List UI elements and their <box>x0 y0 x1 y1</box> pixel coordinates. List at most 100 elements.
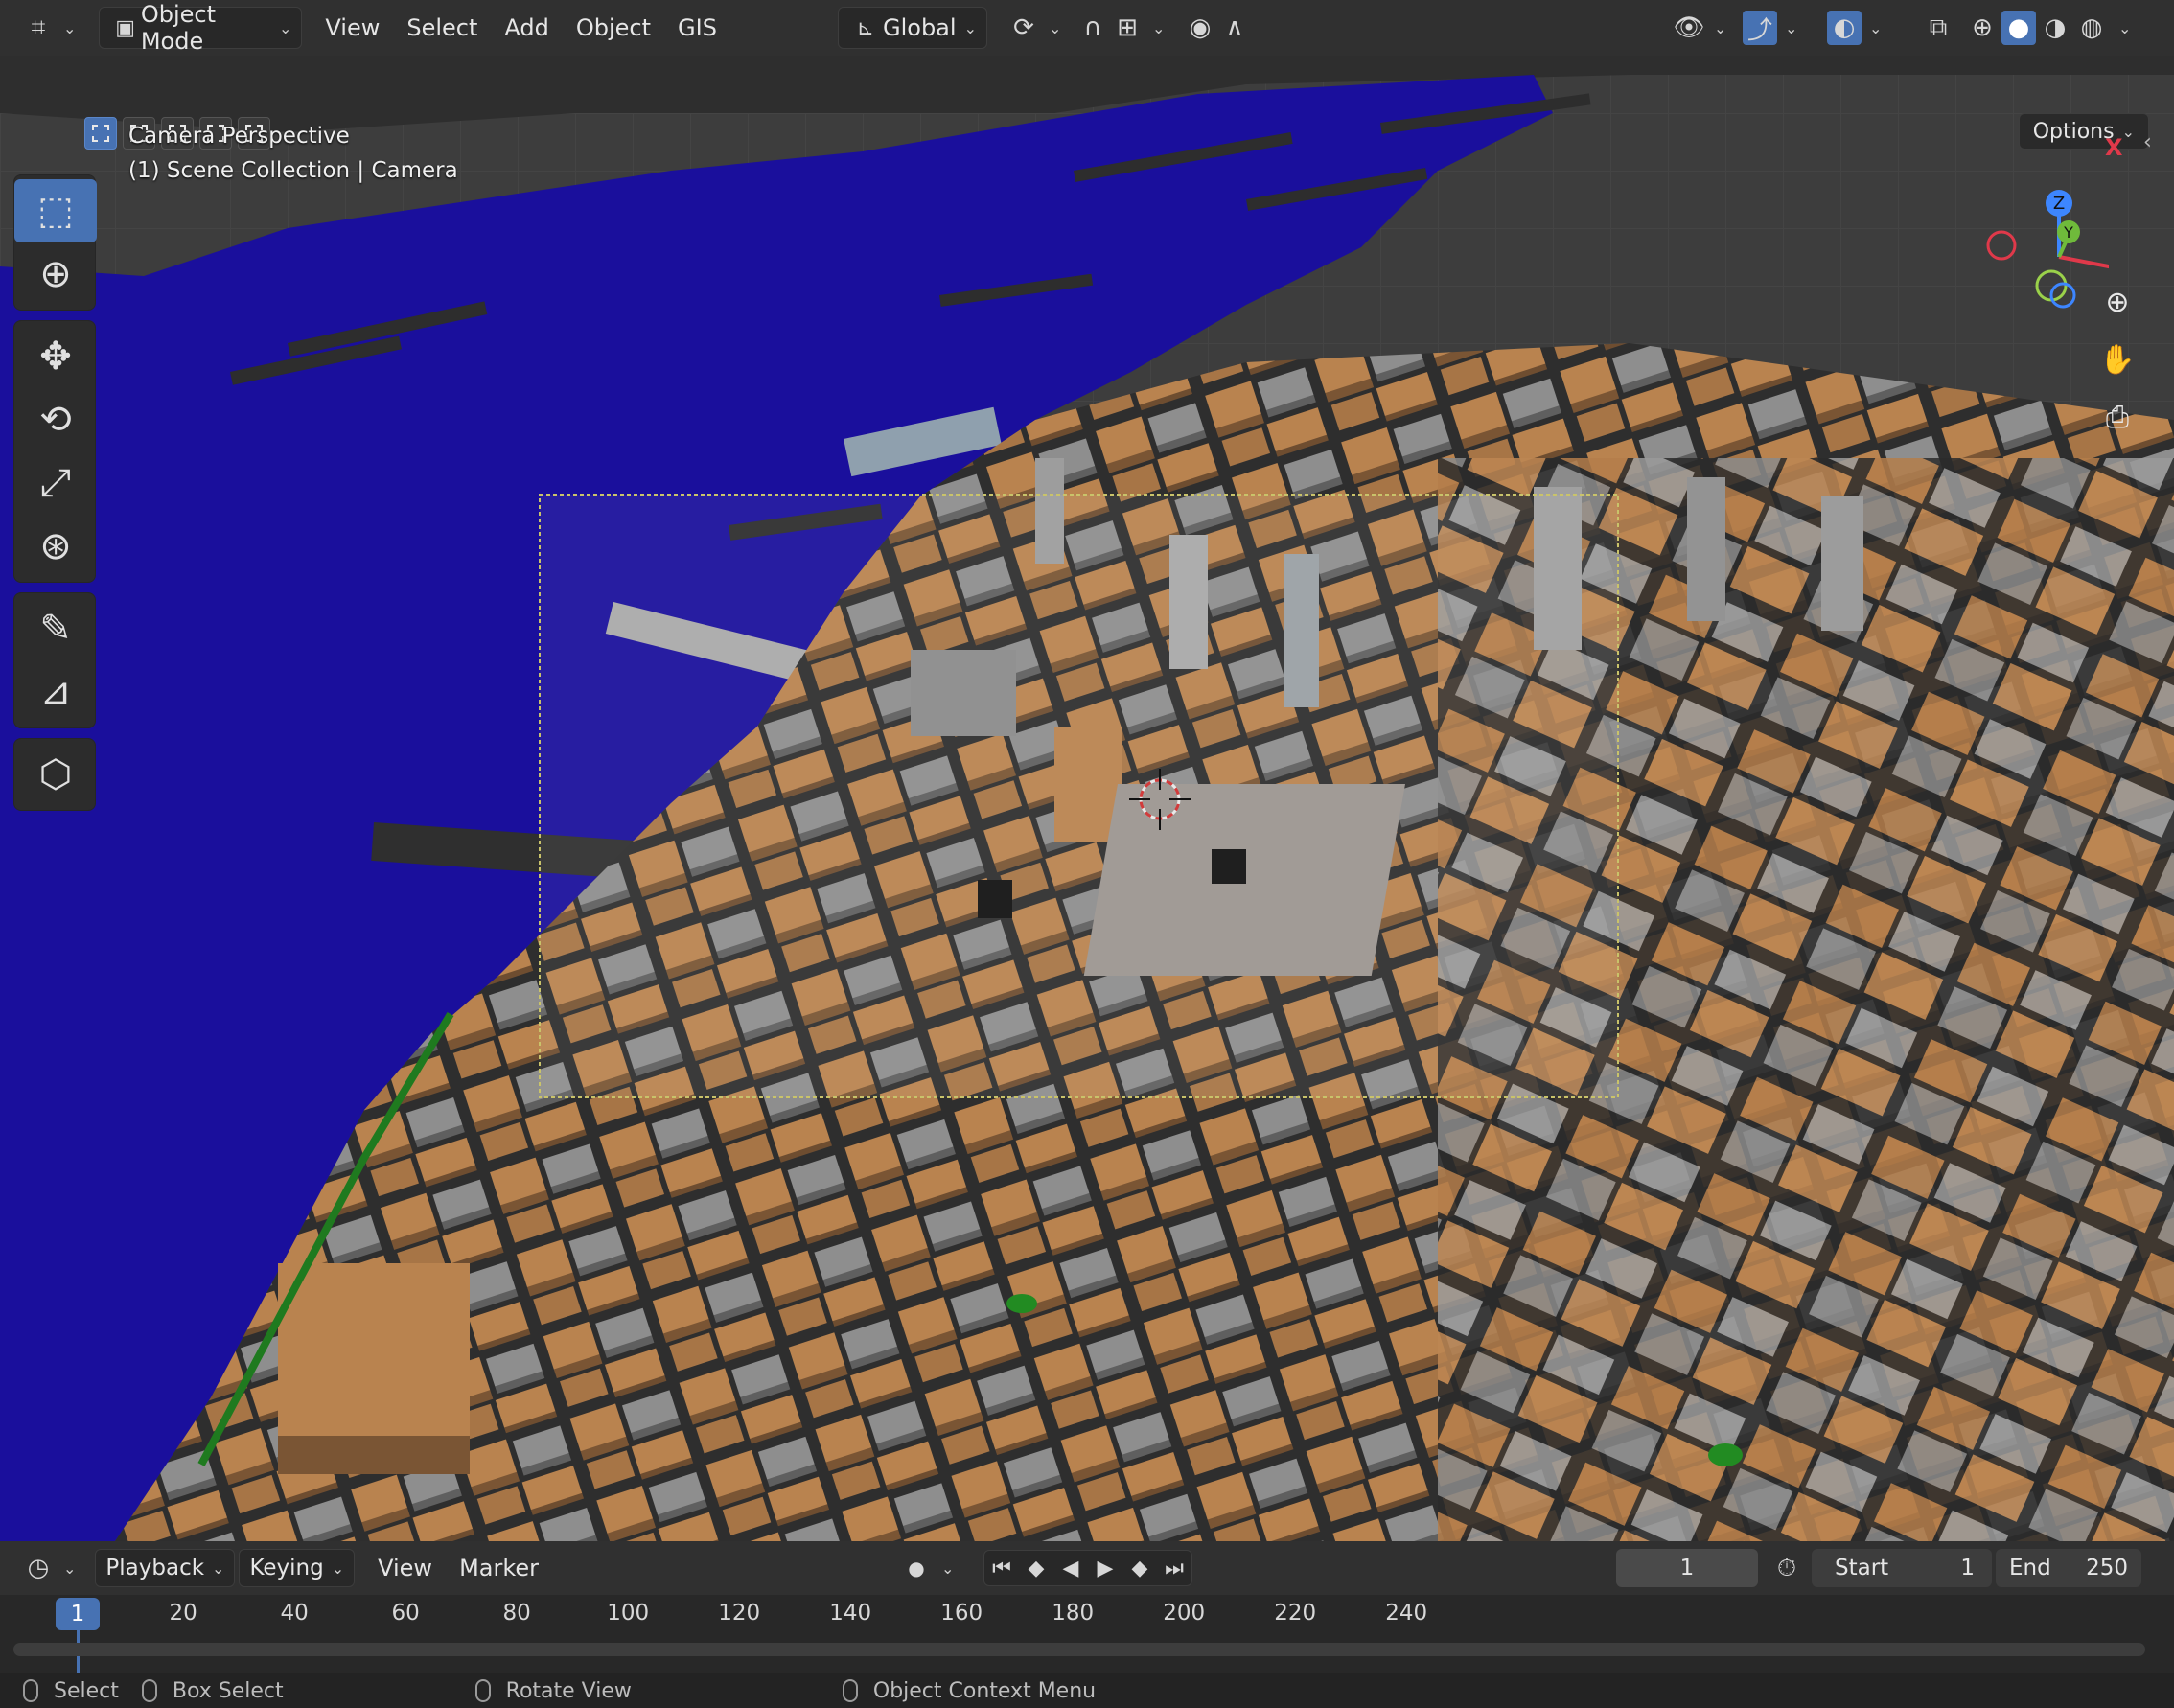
status-rotate-view: Rotate View <box>505 1678 632 1703</box>
auto-keying[interactable]: ● ⌄ <box>899 1551 954 1585</box>
chevron-down-icon: ⌄ <box>63 1558 77 1578</box>
menu-select[interactable]: Select <box>393 14 491 41</box>
select-mode-new-icon[interactable] <box>84 117 117 150</box>
chevron-down-icon: ⌄ <box>63 18 77 37</box>
mode-dropdown[interactable]: ▣ Object Mode ⌄ <box>99 1 303 55</box>
start-frame-field[interactable]: Start 1 <box>1812 1549 1992 1587</box>
options-dropdown[interactable]: Options ⌄ <box>2018 113 2149 150</box>
city-scene <box>0 56 2174 1541</box>
jump-end-icon[interactable]: ⏭ <box>1157 1551 1191 1585</box>
mouse-right-icon <box>842 1679 858 1702</box>
rotate-tool-icon[interactable]: ⟲ <box>14 388 97 451</box>
annotate-tool-icon[interactable]: ✎ <box>14 597 97 660</box>
tool-group-select: ⬚ ⊕ <box>13 174 97 311</box>
mouse-left-icon <box>23 1679 38 1702</box>
menu-object[interactable]: Object <box>563 14 664 41</box>
proportional-edit[interactable]: ◉ ∧ <box>1173 7 1261 49</box>
current-frame-field[interactable]: 1 <box>1616 1549 1758 1587</box>
camera-frame <box>539 494 1619 1098</box>
mouse-middle-icon <box>474 1679 491 1702</box>
tool-group-transform: ✥ ⟲ ⤢ ⊛ <box>13 320 96 583</box>
start-value: 1 <box>1960 1556 1975 1581</box>
record-icon: ● <box>908 1557 925 1580</box>
chevron-down-icon: ⌄ <box>212 1558 225 1578</box>
gizmo-neg-x[interactable] <box>1986 230 2017 261</box>
gizmo-x-label: X <box>2105 134 2123 161</box>
prev-keyframe-icon[interactable]: ◆ <box>1019 1551 1053 1585</box>
status-context-menu: Object Context Menu <box>872 1678 1097 1703</box>
menu-view[interactable]: View <box>312 14 393 41</box>
play-reverse-icon[interactable]: ◀ <box>1053 1551 1088 1585</box>
end-value: 250 <box>2086 1556 2128 1581</box>
chevron-down-icon: ⌄ <box>941 1558 955 1578</box>
gizmo-z-label: Z <box>2053 194 2065 214</box>
status-bar: Select Box Select Rotate View Object Con… <box>0 1673 2174 1708</box>
measure-tool-icon[interactable]: ⊿ <box>14 660 97 724</box>
eye-icon: 👁 <box>1673 13 1705 42</box>
timeline-menu-marker[interactable]: Marker <box>446 1555 552 1581</box>
axes-icon: ⌗ <box>31 12 46 42</box>
3d-viewport[interactable]: ⬚ ⊕ ✥ ⟲ ⤢ ⊛ ✎ ⊿ ⬡ Camera Perspective (1)… <box>0 56 2174 1541</box>
add-cube-tool-icon[interactable]: ⬡ <box>14 743 97 806</box>
rendered-shading-icon[interactable]: ◍ <box>2074 11 2109 45</box>
frame-tick: 100 <box>607 1601 650 1626</box>
orientation-label: Global <box>883 14 957 41</box>
sidebar-toggle-icon[interactable]: ‹ <box>2143 130 2152 154</box>
chevron-down-icon: ⌄ <box>1869 18 1883 37</box>
visibility-dropdown[interactable]: 👁 ⌄ <box>1662 7 1736 49</box>
proportional-edit-icon: ◉ <box>1189 13 1212 42</box>
frame-tick: 60 <box>391 1601 420 1626</box>
gizmo-toggle[interactable]: ⤴ ⌄ <box>1733 7 1807 49</box>
select-box-tool-icon[interactable]: ⬚ <box>14 179 97 242</box>
falloff-icon: ∧ <box>1225 13 1244 42</box>
zoom-icon[interactable]: ⊕ <box>2093 278 2141 326</box>
view-name: Camera Perspective <box>128 124 350 149</box>
chevron-down-icon: ⌄ <box>331 1558 345 1578</box>
start-label: Start <box>1835 1556 1889 1581</box>
timeline-editor-type[interactable]: ◷ ⌄ <box>12 1547 85 1589</box>
frame-tick: 140 <box>829 1601 872 1626</box>
frame-tick: 220 <box>1274 1601 1317 1626</box>
playback-label: Playback <box>105 1556 205 1581</box>
timeline-scrollbar[interactable] <box>13 1643 2145 1656</box>
frame-tick: 180 <box>1052 1601 1095 1626</box>
navigation-gizmo[interactable]: Z Y <box>1975 176 2109 330</box>
stopwatch-icon[interactable]: ⏱ <box>1769 1551 1804 1585</box>
gizmo-icon: ⤴ <box>1743 11 1777 45</box>
wireframe-shading-icon[interactable]: ⊕ <box>1965 11 2000 45</box>
menu-add[interactable]: Add <box>491 14 562 41</box>
chevron-down-icon[interactable]: ⌄ <box>2118 19 2131 37</box>
timeline-menu-view[interactable]: View <box>364 1555 446 1581</box>
viewport-info: Camera Perspective (1) Scene Collection … <box>128 119 458 188</box>
keying-dropdown[interactable]: Keying ⌄ <box>239 1549 356 1587</box>
snap-toggle[interactable]: ∩ ⊞ ⌄ <box>1066 7 1174 49</box>
move-tool-icon[interactable]: ✥ <box>14 325 97 388</box>
frame-tick: 80 <box>502 1601 531 1626</box>
scale-tool-icon[interactable]: ⤢ <box>14 451 97 515</box>
frame-tick: 200 <box>1163 1601 1206 1626</box>
menu-gis[interactable]: GIS <box>664 14 730 41</box>
overlays-icon: ◐ <box>1827 11 1862 45</box>
pivot-dropdown[interactable]: ⟳ ⌄ <box>997 7 1071 49</box>
overlays-toggle[interactable]: ◐ ⌄ <box>1817 7 1891 49</box>
pan-hand-icon[interactable]: ✋ <box>2093 335 2141 383</box>
editor-type-button[interactable]: ⌗ ⌄ <box>12 7 85 49</box>
options-label: Options <box>2032 119 2115 144</box>
magnet-icon: ∩ <box>1083 13 1102 42</box>
cursor-tool-icon[interactable]: ⊕ <box>14 242 97 306</box>
playback-dropdown[interactable]: Playback ⌄ <box>95 1549 236 1587</box>
end-frame-field[interactable]: End 250 <box>1996 1549 2141 1587</box>
transform-tool-icon[interactable]: ⊛ <box>14 515 97 578</box>
playhead[interactable]: 1 <box>56 1598 100 1630</box>
frame-tick: 40 <box>280 1601 309 1626</box>
jump-start-icon[interactable]: ⏮ <box>984 1551 1019 1585</box>
frame-tick: 160 <box>940 1601 983 1626</box>
next-keyframe-icon[interactable]: ◆ <box>1122 1551 1157 1585</box>
camera-view-icon[interactable]: ⎙ <box>2093 393 2141 441</box>
play-icon[interactable]: ▶ <box>1088 1551 1122 1585</box>
material-shading-icon[interactable]: ◑ <box>2038 11 2072 45</box>
timeline-body[interactable]: 20 40 60 80 100 120 140 160 180 200 220 240 1 <box>0 1595 2174 1673</box>
mode-label: Object Mode <box>140 1 216 55</box>
orientation-dropdown[interactable]: ⊾ Global ⌄ <box>838 7 987 49</box>
solid-shading-icon[interactable]: ● <box>2001 11 2036 45</box>
